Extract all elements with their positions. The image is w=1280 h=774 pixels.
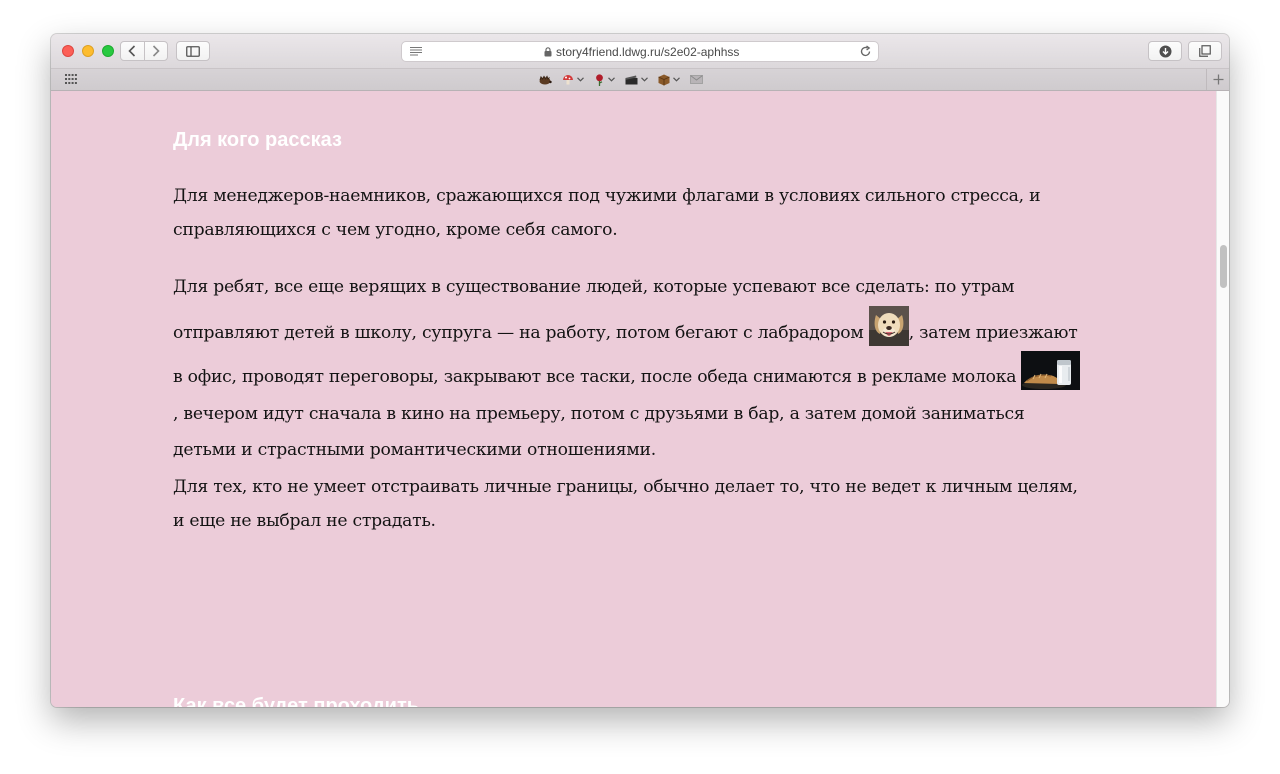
browser-window: story4friend.ldwg.ru/s2e02-aphhss Для ко…	[51, 34, 1229, 707]
clapperboard-icon	[625, 75, 638, 84]
paragraph-personal-boundaries: Для тех, кто не умеет отстраивать личные…	[173, 477, 1078, 531]
download-icon	[1159, 45, 1171, 57]
tabs-overview-icon	[1199, 45, 1211, 57]
new-tab-button[interactable]	[1206, 69, 1229, 90]
section-heading-how-it-works: Как все будет проходить	[173, 695, 420, 707]
chevron-left-icon	[128, 45, 136, 57]
title-bar: story4friend.ldwg.ru/s2e02-aphhss	[51, 34, 1229, 69]
milk-image	[1021, 351, 1081, 390]
vertical-scrollbar[interactable]	[1216, 91, 1229, 707]
hedgehog-icon	[539, 74, 552, 84]
chevron-down-icon	[673, 77, 680, 82]
favorite-mushroom[interactable]	[562, 74, 584, 85]
url-text: story4friend.ldwg.ru/s2e02-aphhss	[556, 45, 740, 59]
sidebar-icon	[186, 45, 200, 57]
paragraph-people-who-manage-everything: Для ребят, все еще верящих в существован…	[173, 269, 1083, 469]
paragraph-managers: Для менеджеров-наемников, сражающихся по…	[173, 186, 1041, 240]
navigation-buttons	[120, 41, 168, 61]
grid-icon[interactable]	[65, 74, 77, 84]
envelope-icon	[690, 75, 703, 84]
box-icon	[658, 74, 670, 85]
rose-icon	[596, 73, 603, 86]
plus-icon	[1213, 74, 1223, 85]
favorite-box[interactable]	[658, 74, 680, 86]
forward-button[interactable]	[145, 42, 168, 60]
downloads-button[interactable]	[1148, 41, 1182, 61]
chevron-down-icon	[577, 77, 584, 82]
paragraph-text-part: , вечером идут сначала в кино на премьер…	[173, 403, 1025, 461]
reader-view-icon[interactable]	[410, 47, 422, 56]
address-bar[interactable]: story4friend.ldwg.ru/s2e02-aphhss	[401, 41, 879, 62]
section-heading-for-whom: Для кого рассказ	[173, 129, 342, 151]
back-button[interactable]	[121, 42, 144, 60]
labrador-image	[868, 305, 909, 346]
show-all-tabs-button[interactable]	[1188, 41, 1222, 61]
lock-icon	[544, 47, 552, 57]
favorite-clapperboard[interactable]	[625, 75, 648, 85]
scrollbar-thumb[interactable]	[1220, 245, 1227, 288]
close-window-button[interactable]	[62, 45, 74, 57]
favorite-rose[interactable]	[594, 73, 615, 86]
maximize-window-button[interactable]	[102, 45, 114, 57]
favorites-list	[539, 72, 713, 87]
chevron-down-icon	[641, 77, 648, 82]
page-content[interactable]: Для кого рассказ Для менеджеров-наемнико…	[51, 91, 1216, 707]
reload-icon[interactable]	[859, 45, 872, 58]
favorite-mail[interactable]	[690, 75, 703, 84]
chevron-right-icon	[152, 45, 160, 57]
sidebar-toggle-button[interactable]	[176, 41, 210, 61]
favorites-bar	[51, 69, 1229, 91]
chevron-down-icon	[608, 77, 615, 82]
favorite-hedgehog[interactable]	[539, 74, 552, 85]
mushroom-icon	[563, 75, 573, 85]
minimize-window-button[interactable]	[82, 45, 94, 57]
